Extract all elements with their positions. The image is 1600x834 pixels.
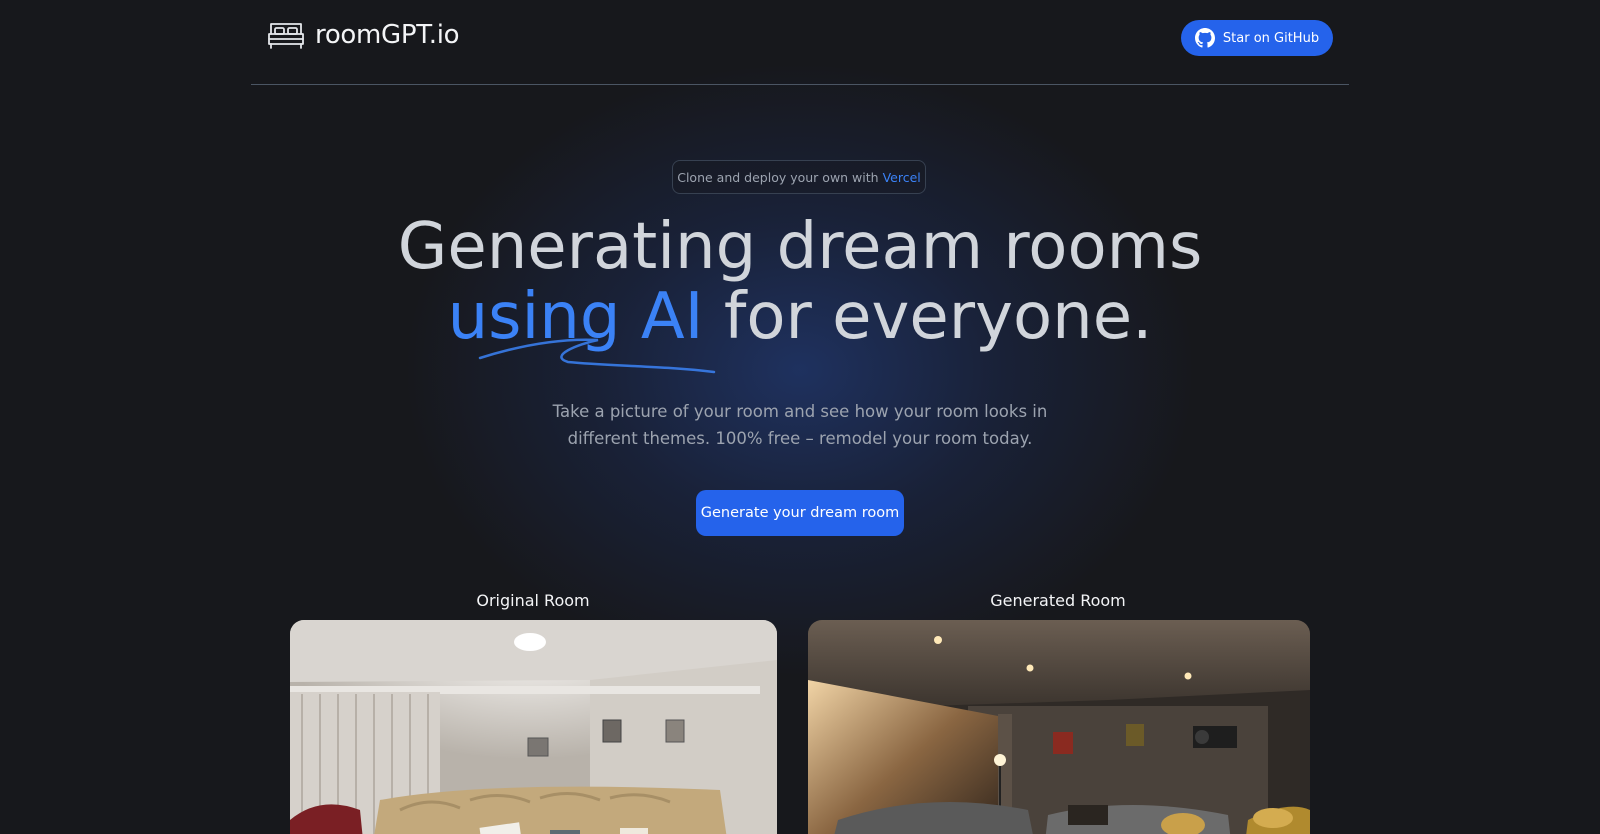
bed-icon (267, 20, 305, 50)
generate-dream-room-button[interactable]: Generate your dream room (696, 490, 904, 536)
hero-headline: Generating dream rooms using AI for ever… (0, 212, 1600, 352)
brand-name: roomGPT.io (315, 20, 460, 50)
vercel-link[interactable]: Vercel (883, 170, 921, 185)
original-room-label: Original Room (476, 591, 590, 610)
star-on-github-button[interactable]: Star on GitHub (1181, 20, 1333, 56)
headline-line-2-rest: for everyone. (703, 280, 1153, 354)
headline-line-1: Generating dream rooms (397, 210, 1203, 284)
logo-link[interactable]: roomGPT.io (267, 20, 460, 50)
generated-room-image (808, 620, 1310, 834)
github-icon (1194, 28, 1215, 48)
pill-text: Clone and deploy your own with (677, 169, 879, 185)
github-button-label: Star on GitHub (1222, 30, 1320, 46)
clone-deploy-pill[interactable]: Clone and deploy your own with Vercel (672, 160, 926, 194)
headline-line-2: using AI for everyone. (0, 282, 1600, 352)
generated-room-label: Generated Room (990, 591, 1126, 610)
page: roomGPT.io Star on GitHub Clone and depl… (0, 0, 1600, 834)
original-room-image (290, 620, 777, 834)
site-header: roomGPT.io Star on GitHub (251, 0, 1349, 85)
hero-subtitle: Take a picture of your room and see how … (552, 402, 1048, 448)
scribble-underline (478, 338, 716, 374)
